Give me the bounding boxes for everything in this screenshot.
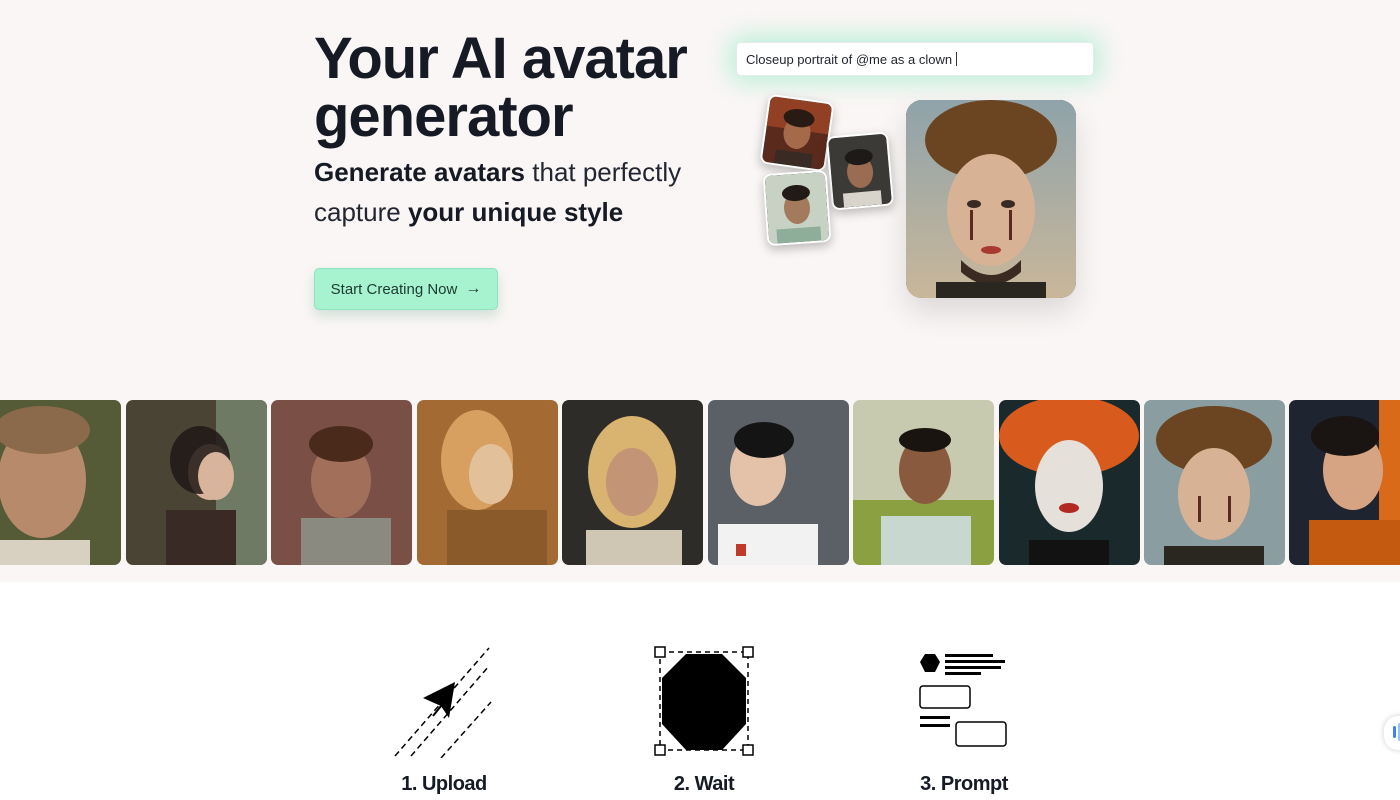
gallery-image xyxy=(853,400,994,565)
prompt-form-icon xyxy=(917,652,1013,752)
step-wait-label: 2. Wait xyxy=(673,773,735,795)
avatar-gallery xyxy=(0,400,1400,565)
title-line-1: Your AI avatar xyxy=(314,26,688,91)
gallery-image xyxy=(562,400,703,565)
step-prompt-label: 3. Prompt xyxy=(920,773,1008,795)
start-creating-label: Start Creating Now xyxy=(330,280,458,298)
upload-paper-plane-icon xyxy=(393,646,493,759)
gallery-image xyxy=(1144,400,1285,565)
steps-section: 1. Upload 2. Wait 3. Prompt xyxy=(0,582,1400,800)
start-creating-button[interactable]: Start Creating Now → xyxy=(314,268,498,310)
subtitle-bold-2: your unique style xyxy=(407,197,624,227)
gallery-image xyxy=(417,400,558,565)
prompt-input[interactable]: Closeup portrait of @me as a clown xyxy=(736,42,1094,76)
gallery-image xyxy=(271,400,412,565)
gallery-image xyxy=(1289,400,1400,565)
text-caret xyxy=(956,52,958,66)
page-title: Your AI avatar generator xyxy=(314,30,734,146)
hero-section: Your AI avatar generator Generate avatars… xyxy=(0,0,1400,400)
hero-subtitle: Generate avatars that perfectly capture … xyxy=(314,152,694,232)
subtitle-bold-1: Generate avatars xyxy=(314,157,526,187)
step-upload-label: 1. Upload xyxy=(401,773,487,795)
reference-photo-3 xyxy=(762,169,832,247)
side-widget-tab[interactable] xyxy=(1384,716,1400,750)
reference-photo-1 xyxy=(759,93,835,173)
title-line-2: generator xyxy=(314,84,574,149)
widget-bar-icon xyxy=(1393,726,1396,738)
gallery-image xyxy=(708,400,849,565)
gallery-image xyxy=(999,400,1140,565)
arrow-right-icon: → xyxy=(465,280,482,297)
gallery-image xyxy=(0,400,121,565)
gallery-image xyxy=(126,400,267,565)
reference-photo-2 xyxy=(825,131,895,211)
prompt-text: Closeup portrait of @me as a clown xyxy=(746,51,953,67)
octagon-selection-icon xyxy=(652,646,756,758)
generated-avatar-preview xyxy=(906,100,1076,298)
